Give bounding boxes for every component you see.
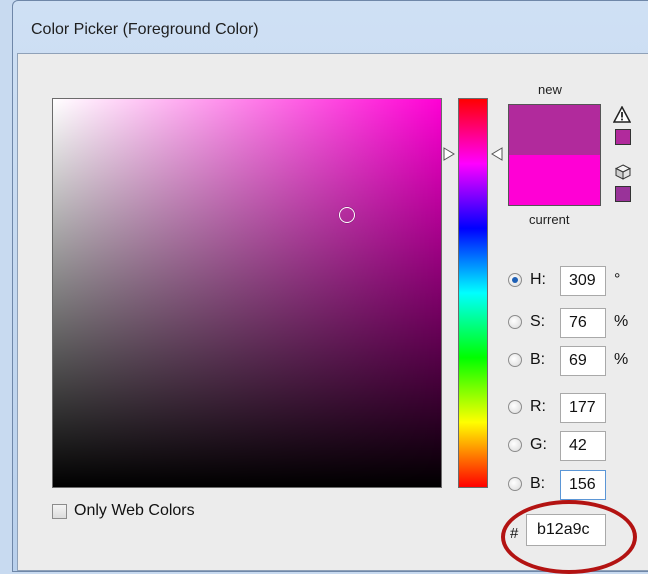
dialog-body: new current H: 309 ° S: 76 % B: 69 % R: … <box>17 53 648 574</box>
saturation-input[interactable]: 76 <box>560 308 606 338</box>
hex-prefix: # <box>510 525 519 542</box>
color-picker-window: Color Picker (Foreground Color) new curr… <box>12 0 648 574</box>
only-web-colors-label[interactable]: Only Web Colors <box>74 502 195 520</box>
saturation-label: S: <box>530 313 546 330</box>
green-input[interactable]: 42 <box>560 431 606 461</box>
hue-radio[interactable] <box>508 273 522 287</box>
brightness-input[interactable]: 69 <box>560 346 606 376</box>
color-cursor-ring[interactable] <box>339 207 355 223</box>
blue-radio[interactable] <box>508 477 522 491</box>
new-color-swatch <box>509 105 600 155</box>
saturation-brightness-field[interactable] <box>52 98 442 488</box>
hue-slider[interactable] <box>458 98 488 488</box>
hue-input[interactable]: 309 <box>560 266 606 296</box>
hue-slider-left-arrow-icon[interactable] <box>443 147 455 161</box>
saturation-unit: % <box>614 313 629 330</box>
current-label: current <box>529 212 570 227</box>
red-input[interactable]: 177 <box>560 393 606 423</box>
color-comparison-swatch <box>508 104 601 206</box>
only-web-colors-checkbox[interactable] <box>52 504 67 519</box>
green-label: G: <box>530 436 547 453</box>
out-of-gamut-warning-icon[interactable] <box>613 106 631 124</box>
brightness-radio[interactable] <box>508 353 522 367</box>
red-radio[interactable] <box>508 400 522 414</box>
web-safe-cube-icon[interactable] <box>615 164 631 180</box>
current-color-swatch[interactable] <box>509 155 600 205</box>
hex-input[interactable]: b12a9c <box>526 514 606 546</box>
web-safe-color-swatch[interactable] <box>615 186 631 202</box>
new-label: new <box>538 82 562 97</box>
green-radio[interactable] <box>508 438 522 452</box>
window-title: Color Picker (Foreground Color) <box>31 21 259 38</box>
saturation-radio[interactable] <box>508 315 522 329</box>
hue-unit: ° <box>614 271 621 288</box>
red-label: R: <box>530 398 546 415</box>
brightness-unit: % <box>614 351 629 368</box>
hue-label: H: <box>530 271 546 288</box>
blue-input[interactable]: 156 <box>560 470 606 500</box>
gamut-color-swatch[interactable] <box>615 129 631 145</box>
hue-slider-right-arrow-icon[interactable] <box>491 147 503 161</box>
blue-label: B: <box>530 475 546 492</box>
brightness-label: B: <box>530 351 546 368</box>
